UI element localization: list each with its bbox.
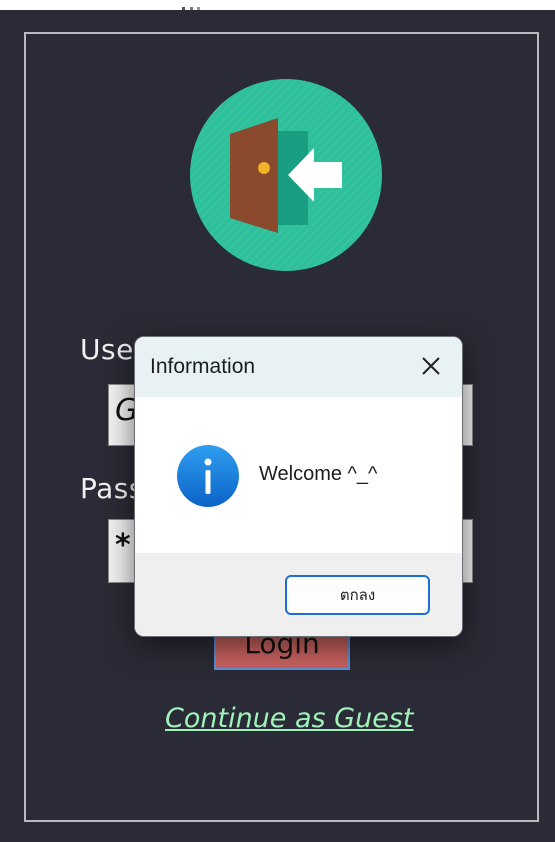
info-icon [177,445,239,507]
continue-as-guest-link[interactable]: Continue as Guest [165,703,415,734]
username-label: Use [80,333,134,366]
title-mark-icon [182,7,200,10]
ok-button[interactable]: ตกลง [285,575,430,615]
dialog-message: Welcome ^_^ [259,463,378,485]
close-icon[interactable] [414,349,448,383]
dialog-footer: ตกลง [135,553,462,636]
information-dialog: Information Welcome ^_^ ตกลง [134,336,463,637]
login-door-icon [190,79,382,271]
dialog-titlebar: Information [135,337,462,397]
password-value: * [115,528,131,563]
dialog-body: Welcome ^_^ [135,397,462,553]
dialog-title: Information [150,355,256,378]
